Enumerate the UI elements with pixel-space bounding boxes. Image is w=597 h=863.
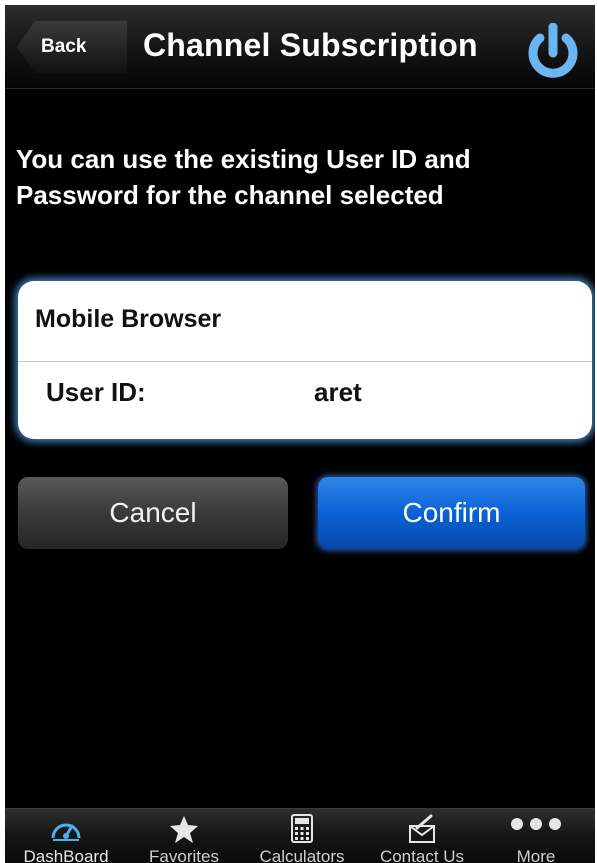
user-id-label: User ID: (46, 377, 146, 407)
mail-icon (407, 814, 437, 849)
tab-more[interactable]: More (477, 809, 595, 863)
confirm-button[interactable]: Confirm (318, 477, 585, 549)
channel-info-card: Mobile Browser User ID: aret (18, 281, 592, 439)
tab-label: DashBoard (23, 847, 109, 863)
back-button-label: Back (41, 36, 87, 57)
star-icon (169, 814, 199, 849)
navigation-bar: Back Channel Subscription (5, 5, 595, 89)
calculator-icon (290, 814, 314, 849)
tab-favorites[interactable]: Favorites (125, 809, 243, 863)
info-message: You can use the existing User ID and Pas… (16, 144, 471, 210)
speedometer-icon (49, 814, 83, 849)
card-divider (18, 361, 592, 362)
tab-dashboard[interactable]: DashBoard (7, 809, 125, 863)
tab-label: More (516, 847, 556, 863)
cancel-button[interactable]: Cancel (18, 477, 288, 549)
power-icon[interactable] (523, 22, 583, 83)
user-id-value: aret (314, 377, 362, 407)
tab-contact-us[interactable]: Contact Us (363, 809, 481, 863)
page-title: Channel Subscription (143, 27, 478, 63)
tab-label: Calculators (259, 847, 345, 863)
tab-calculators[interactable]: Calculators (243, 809, 361, 863)
more-dots-icon (508, 814, 564, 839)
tab-label: Favorites (149, 847, 219, 863)
tab-bar: DashBoard Favorites Calculators Contact … (5, 808, 595, 863)
app-screen: Back Channel Subscription You can use th… (5, 5, 595, 863)
tab-label: Contact Us (379, 847, 465, 863)
channel-name: Mobile Browser (35, 305, 222, 333)
back-button[interactable]: Back (17, 21, 127, 73)
